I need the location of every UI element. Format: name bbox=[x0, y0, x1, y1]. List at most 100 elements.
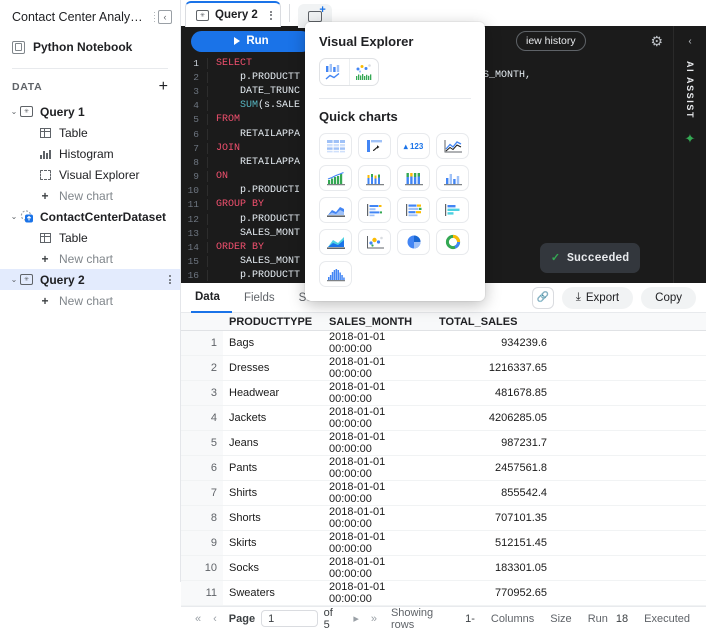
table-cell: 2018-01-01 00:00:00 bbox=[323, 556, 433, 581]
results-grid[interactable]: PRODUCTTYPE SALES_MONTH TOTAL_SALES 1Bag… bbox=[181, 313, 706, 606]
area-chart-icon[interactable] bbox=[319, 197, 352, 223]
table-cell: 770952.65 bbox=[433, 581, 553, 606]
tree-child-histogram[interactable]: Histogram bbox=[0, 143, 180, 164]
histogram-chart-icon[interactable] bbox=[319, 261, 352, 287]
table-row[interactable]: 4Jackets2018-01-01 00:00:004206285.05 bbox=[181, 406, 706, 431]
table-row[interactable]: 2Dresses2018-01-01 00:00:001216337.65 bbox=[181, 356, 706, 381]
python-notebook-item[interactable]: Python Notebook bbox=[0, 34, 180, 60]
view-history-button[interactable]: iew history bbox=[516, 31, 586, 51]
query-icon: ✳ bbox=[20, 106, 33, 117]
table-cell-spacer bbox=[553, 506, 706, 531]
donut-chart-icon[interactable] bbox=[436, 229, 469, 255]
tab-query-2[interactable]: ✳ Query 2 bbox=[185, 1, 281, 27]
table-cell: 2018-01-01 00:00:00 bbox=[323, 406, 433, 431]
chevron-down-icon[interactable]: ⌄ bbox=[8, 275, 20, 284]
line-number: 16 bbox=[181, 270, 207, 281]
first-page-icon[interactable]: « bbox=[189, 613, 207, 625]
column-header[interactable]: SALES_MONTH bbox=[323, 313, 433, 331]
ai-assist-rail[interactable]: ‹ AI ASSIST ✦ bbox=[673, 26, 706, 283]
tree-node-query-1[interactable]: ⌄ ✳ Query 1 bbox=[0, 101, 180, 122]
table-row[interactable]: 1Bags2018-01-01 00:00:00934239.6 bbox=[181, 331, 706, 356]
table-cell: 934239.6 bbox=[433, 331, 553, 356]
dataset-icon bbox=[20, 210, 34, 223]
tree-child-visual-explorer[interactable]: Visual Explorer bbox=[0, 164, 180, 185]
tree-child-new-chart[interactable]: + New chart bbox=[0, 290, 180, 311]
prev-page-icon[interactable]: ‹ bbox=[207, 613, 223, 625]
tree-child-new-chart[interactable]: + New chart bbox=[0, 185, 180, 206]
column-header[interactable]: TOTAL_SALES bbox=[433, 313, 553, 331]
bar-list-icon[interactable] bbox=[358, 197, 391, 223]
tab-more-icon[interactable] bbox=[270, 11, 272, 20]
table-row[interactable]: 3Headwear2018-01-01 00:00:00481678.85 bbox=[181, 381, 706, 406]
row-number: 4 bbox=[181, 406, 223, 431]
visual-explorer-dual-icon bbox=[320, 59, 349, 85]
tree-child-table[interactable]: Table bbox=[0, 122, 180, 143]
line-number: 1 bbox=[181, 58, 207, 69]
scatter-bubble-icon[interactable] bbox=[358, 229, 391, 255]
row-number-header bbox=[181, 313, 223, 331]
chevron-down-icon[interactable]: ⌄ bbox=[8, 212, 20, 221]
column-header[interactable]: PRODUCTTYPE bbox=[223, 313, 323, 331]
table-cell: 2018-01-01 00:00:00 bbox=[323, 431, 433, 456]
sidebar-header: Contact Center Analy… ‹ bbox=[0, 0, 180, 34]
tree-child-label: New chart bbox=[59, 189, 113, 203]
code-text: p.PRODUCTI bbox=[207, 185, 300, 196]
table-cell-spacer bbox=[553, 556, 706, 581]
stacked-column-icon[interactable] bbox=[397, 165, 430, 191]
view-history-label: iew history bbox=[526, 35, 576, 47]
settings-gear-icon[interactable]: ⚙ bbox=[650, 33, 663, 50]
visual-explorer-icon bbox=[38, 170, 52, 180]
area-bar-combo-icon[interactable] bbox=[319, 165, 352, 191]
table-row[interactable]: 9Skirts2018-01-01 00:00:00512151.45 bbox=[181, 531, 706, 556]
link-icon[interactable]: 🔗 bbox=[532, 287, 554, 309]
table-row[interactable]: 7Shirts2018-01-01 00:00:00855542.4 bbox=[181, 481, 706, 506]
code-text: RETAILAPPA bbox=[207, 129, 300, 140]
table-chart-icon[interactable] bbox=[319, 133, 352, 159]
stacked-bar-icon[interactable] bbox=[397, 197, 430, 223]
code-fragment-right-1: ES_MONTH, bbox=[477, 70, 531, 81]
table-row[interactable]: 11Sweaters2018-01-01 00:00:00770952.65 bbox=[181, 581, 706, 606]
line-number: 4 bbox=[181, 100, 207, 111]
run-button[interactable]: Run bbox=[191, 31, 312, 52]
add-data-button[interactable]: + bbox=[159, 79, 168, 95]
tab-data[interactable]: Data bbox=[191, 283, 232, 313]
table-row[interactable]: 10Socks2018-01-01 00:00:00183301.05 bbox=[181, 556, 706, 581]
table-row[interactable]: 5Jeans2018-01-01 00:00:00987231.7 bbox=[181, 431, 706, 456]
table-cell: 855542.4 bbox=[433, 481, 553, 506]
tab-fields[interactable]: Fields bbox=[232, 283, 287, 313]
row-number: 11 bbox=[181, 581, 223, 606]
column-chart-icon[interactable] bbox=[436, 165, 469, 191]
chart-picker-popup[interactable]: Visual Explorer bbox=[305, 22, 485, 301]
grouped-column-icon[interactable] bbox=[358, 165, 391, 191]
next-page-icon[interactable]: ▸ bbox=[347, 612, 365, 625]
tree-child-new-chart[interactable]: + New chart bbox=[0, 248, 180, 269]
filled-area-icon[interactable] bbox=[319, 229, 352, 255]
line-chart-icon[interactable] bbox=[436, 133, 469, 159]
page-input[interactable]: 1 bbox=[261, 610, 317, 627]
download-icon: ⤓ bbox=[576, 291, 581, 304]
tree-child-label: Histogram bbox=[59, 147, 114, 161]
kpi-arrow-icon[interactable] bbox=[358, 133, 391, 159]
number-123-icon[interactable]: ▴ 123 bbox=[397, 133, 430, 159]
table-cell: 183301.05 bbox=[433, 556, 553, 581]
sidebar-collapse-button[interactable]: ‹ bbox=[154, 10, 173, 24]
table-row[interactable]: 8Shorts2018-01-01 00:00:00707101.35 bbox=[181, 506, 706, 531]
ai-assist-label: AI ASSIST bbox=[685, 61, 695, 119]
tree-node-label: Query 1 bbox=[40, 105, 85, 119]
tree-child-table[interactable]: Table bbox=[0, 227, 180, 248]
copy-button[interactable]: Copy bbox=[641, 287, 696, 309]
visual-explorer-button[interactable] bbox=[319, 58, 379, 86]
chevron-down-icon[interactable]: ⌄ bbox=[8, 107, 20, 116]
table-icon bbox=[38, 128, 52, 138]
pie-chart-icon[interactable] bbox=[397, 229, 430, 255]
tree-node-contactcenterdataset[interactable]: ⌄ ContactCenterDataset bbox=[0, 206, 180, 227]
export-button[interactable]: ⤓ Export bbox=[562, 287, 633, 309]
histogram-icon bbox=[38, 149, 52, 159]
horizontal-bar-icon[interactable] bbox=[436, 197, 469, 223]
tree-node-query-2[interactable]: ⌄ ✳ Query 2 bbox=[0, 269, 180, 290]
table-cell: Socks bbox=[223, 556, 323, 581]
tree-node-more-icon[interactable] bbox=[169, 275, 171, 284]
last-page-icon[interactable]: » bbox=[365, 613, 383, 625]
table-row[interactable]: 6Pants2018-01-01 00:00:002457561.8 bbox=[181, 456, 706, 481]
chevron-left-icon[interactable]: ‹ bbox=[688, 36, 691, 47]
